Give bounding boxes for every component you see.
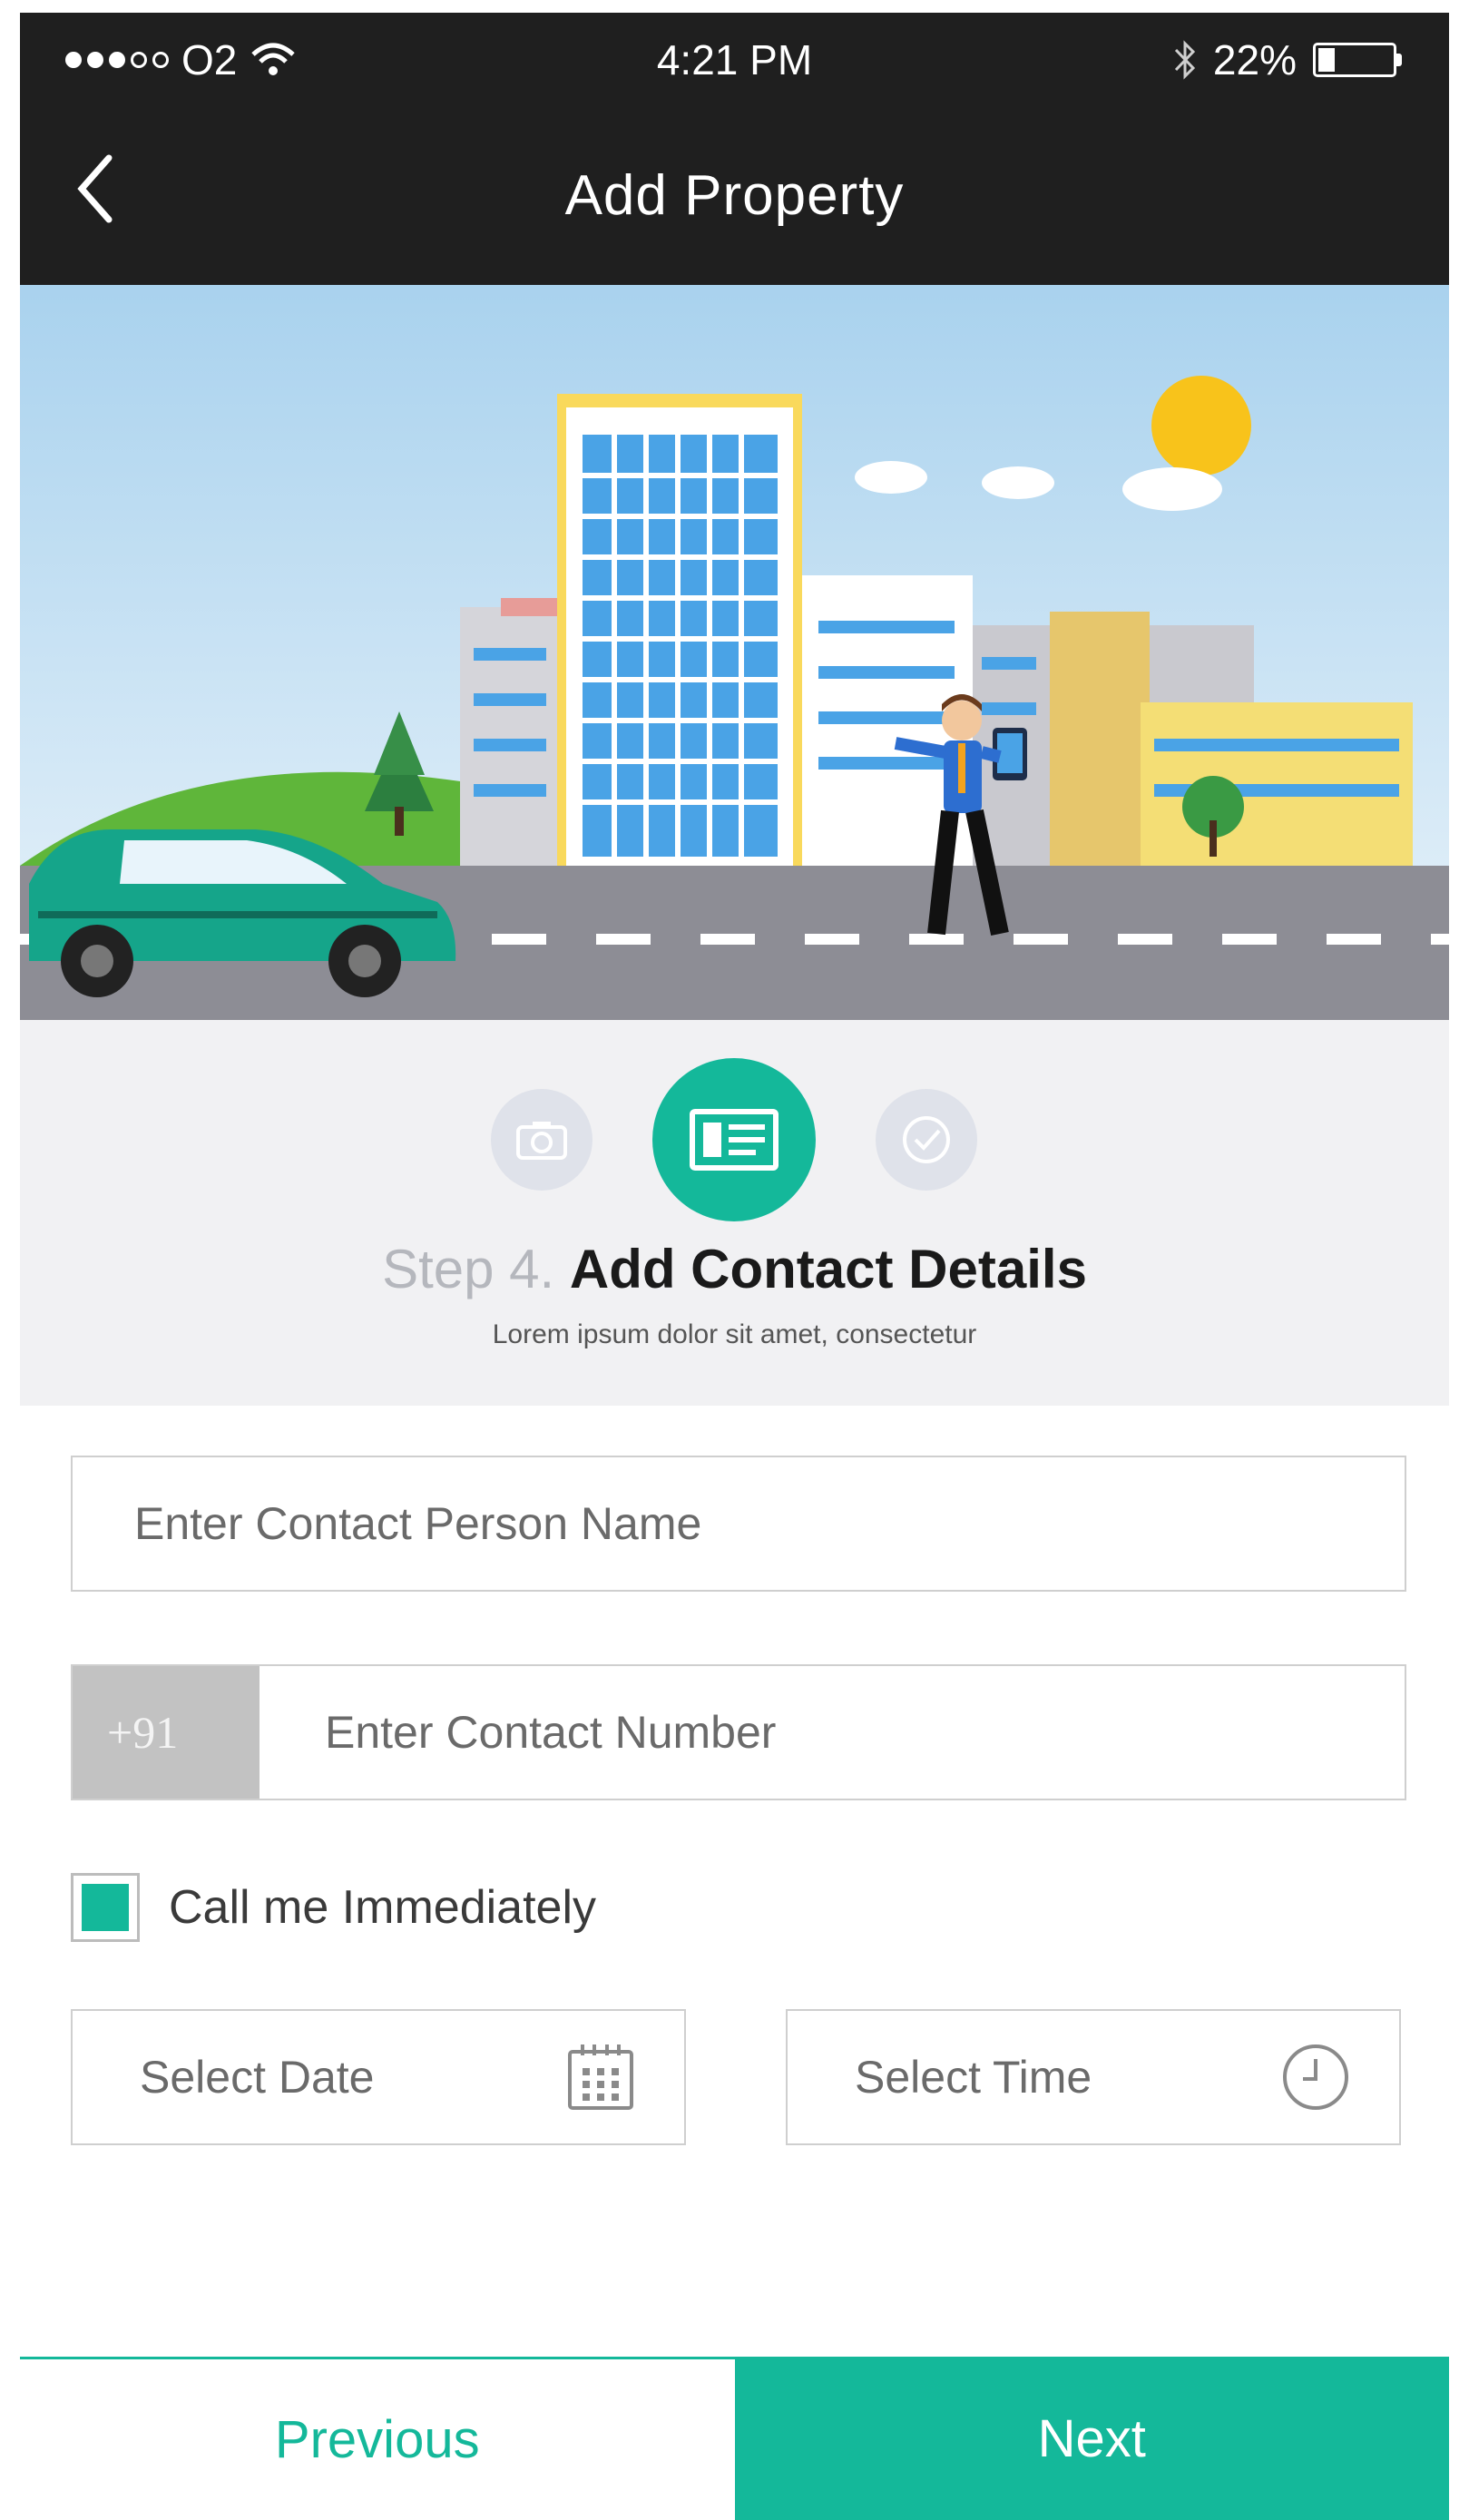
step-contact-active[interactable]: [652, 1058, 816, 1221]
calendar-icon[interactable]: [564, 2041, 637, 2113]
status-right: 22%: [1173, 31, 1402, 89]
contact-number-field[interactable]: +91 Enter Contact Number: [71, 1664, 1406, 1800]
camera-icon: [516, 1122, 567, 1160]
contact-name-placeholder: Enter Contact Person Name: [134, 1498, 702, 1549]
step-heading: Step 4. Add Contact Details: [20, 1238, 1449, 1300]
step-confirm[interactable]: [876, 1089, 977, 1191]
nav-bar: Add Property: [20, 107, 1449, 285]
battery-icon: [1313, 43, 1402, 77]
step-number: Step 4.: [382, 1239, 555, 1299]
clock-icon[interactable]: [1279, 2041, 1352, 2113]
bluetooth-icon: [1174, 40, 1196, 80]
contact-card-icon: [690, 1109, 779, 1171]
app-screen: O2 4:21 PM 22% Add Property Step 4. Add …: [20, 13, 1449, 2520]
bottom-actions: Previous Next: [20, 2357, 1449, 2520]
select-time-field[interactable]: Select Time: [786, 2009, 1401, 2145]
call-me-checkbox[interactable]: [71, 1873, 140, 1942]
step-photo[interactable]: [491, 1089, 592, 1191]
status-bar: O2 4:21 PM 22%: [20, 13, 1449, 107]
select-date-placeholder: Select Date: [140, 2052, 375, 2103]
select-date-field[interactable]: Select Date: [71, 2009, 686, 2145]
city-illustration: [20, 285, 1449, 1020]
step-indicator: Step 4. Add Contact Details Lorem ipsum …: [20, 1020, 1449, 1406]
next-button[interactable]: Next: [734, 2357, 1449, 2520]
call-me-label: Call me Immediately: [169, 1881, 597, 1934]
previous-button[interactable]: Previous: [20, 2357, 735, 2520]
contact-name-field[interactable]: Enter Contact Person Name: [71, 1456, 1406, 1592]
step-icons: [20, 1058, 1449, 1221]
phone-prefix: +91: [73, 1666, 260, 1799]
call-me-row[interactable]: Call me Immediately: [71, 1871, 596, 1944]
battery-percent: 22%: [1212, 36, 1297, 83]
select-time-placeholder: Select Time: [855, 2052, 1092, 2103]
contact-number-placeholder: Enter Contact Number: [325, 1707, 777, 1758]
check-badge-icon: [903, 1116, 950, 1163]
step-subtitle: Lorem ipsum dolor sit amet, consectetur: [492, 1319, 977, 1349]
step-name: Add Contact Details: [569, 1239, 1087, 1299]
page-title: Add Property: [564, 164, 905, 227]
